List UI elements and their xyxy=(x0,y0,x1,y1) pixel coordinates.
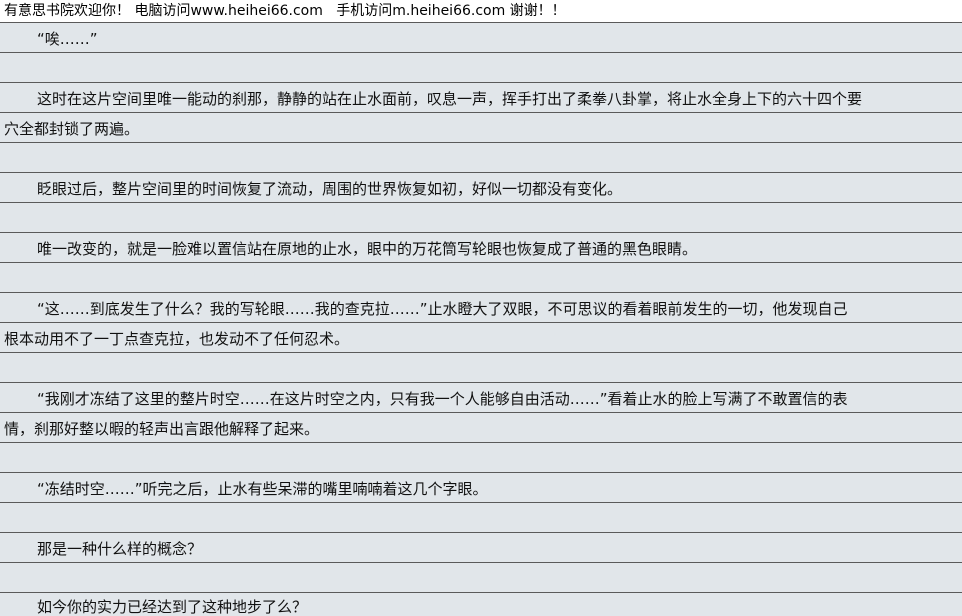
text-line: 如今你的实力已经达到了这种地步了么？ xyxy=(37,598,308,616)
text-line: 唯一改变的，就是一脸难以置信站在原地的止水，眼中的万花筒写轮眼也恢复成了普通的黑… xyxy=(37,240,698,258)
text-line: 眨眼过后，整片空间里的时间恢复了流动，周围的世界恢复如初，好似一切都没有变化。 xyxy=(37,180,623,198)
article-body: “唉……” 这时在这片空间里唯一能动的刹那，静静的站在止水面前，叹息一声，挥手打… xyxy=(0,0,962,616)
text-line: 这时在这片空间里唯一能动的刹那，静静的站在止水面前，叹息一声，挥手打出了柔拳八卦… xyxy=(37,90,863,108)
text-line: 情，刹那好整以暇的轻声出言跟他解释了起来。 xyxy=(4,420,320,438)
banner-text: 有意思书院欢迎你！ 电脑访问www.heihei66.com 手机访问m.hei… xyxy=(4,3,566,19)
text-line: “这……到底发生了什么？我的写轮眼……我的查克拉……”止水瞪大了双眼，不可思议的… xyxy=(37,300,848,318)
text-line: 根本动用不了一丁点查克拉，也发动不了任何忍术。 xyxy=(4,330,350,348)
text-line: “冻结时空……”听完之后，止水有些呆滞的嘴里喃喃着这几个字眼。 xyxy=(37,480,488,498)
text-line: 穴全都封锁了两遍。 xyxy=(4,120,140,138)
text-line: 那是一种什么样的概念？ xyxy=(37,540,203,558)
site-banner: 有意思书院欢迎你！ 电脑访问www.heihei66.com 手机访问m.hei… xyxy=(0,0,962,22)
text-line: “唉……” xyxy=(37,30,98,48)
text-line: “我刚才冻结了这里的整片时空……在这片时空之内，只有我一个人能够自由活动……”看… xyxy=(37,390,848,408)
